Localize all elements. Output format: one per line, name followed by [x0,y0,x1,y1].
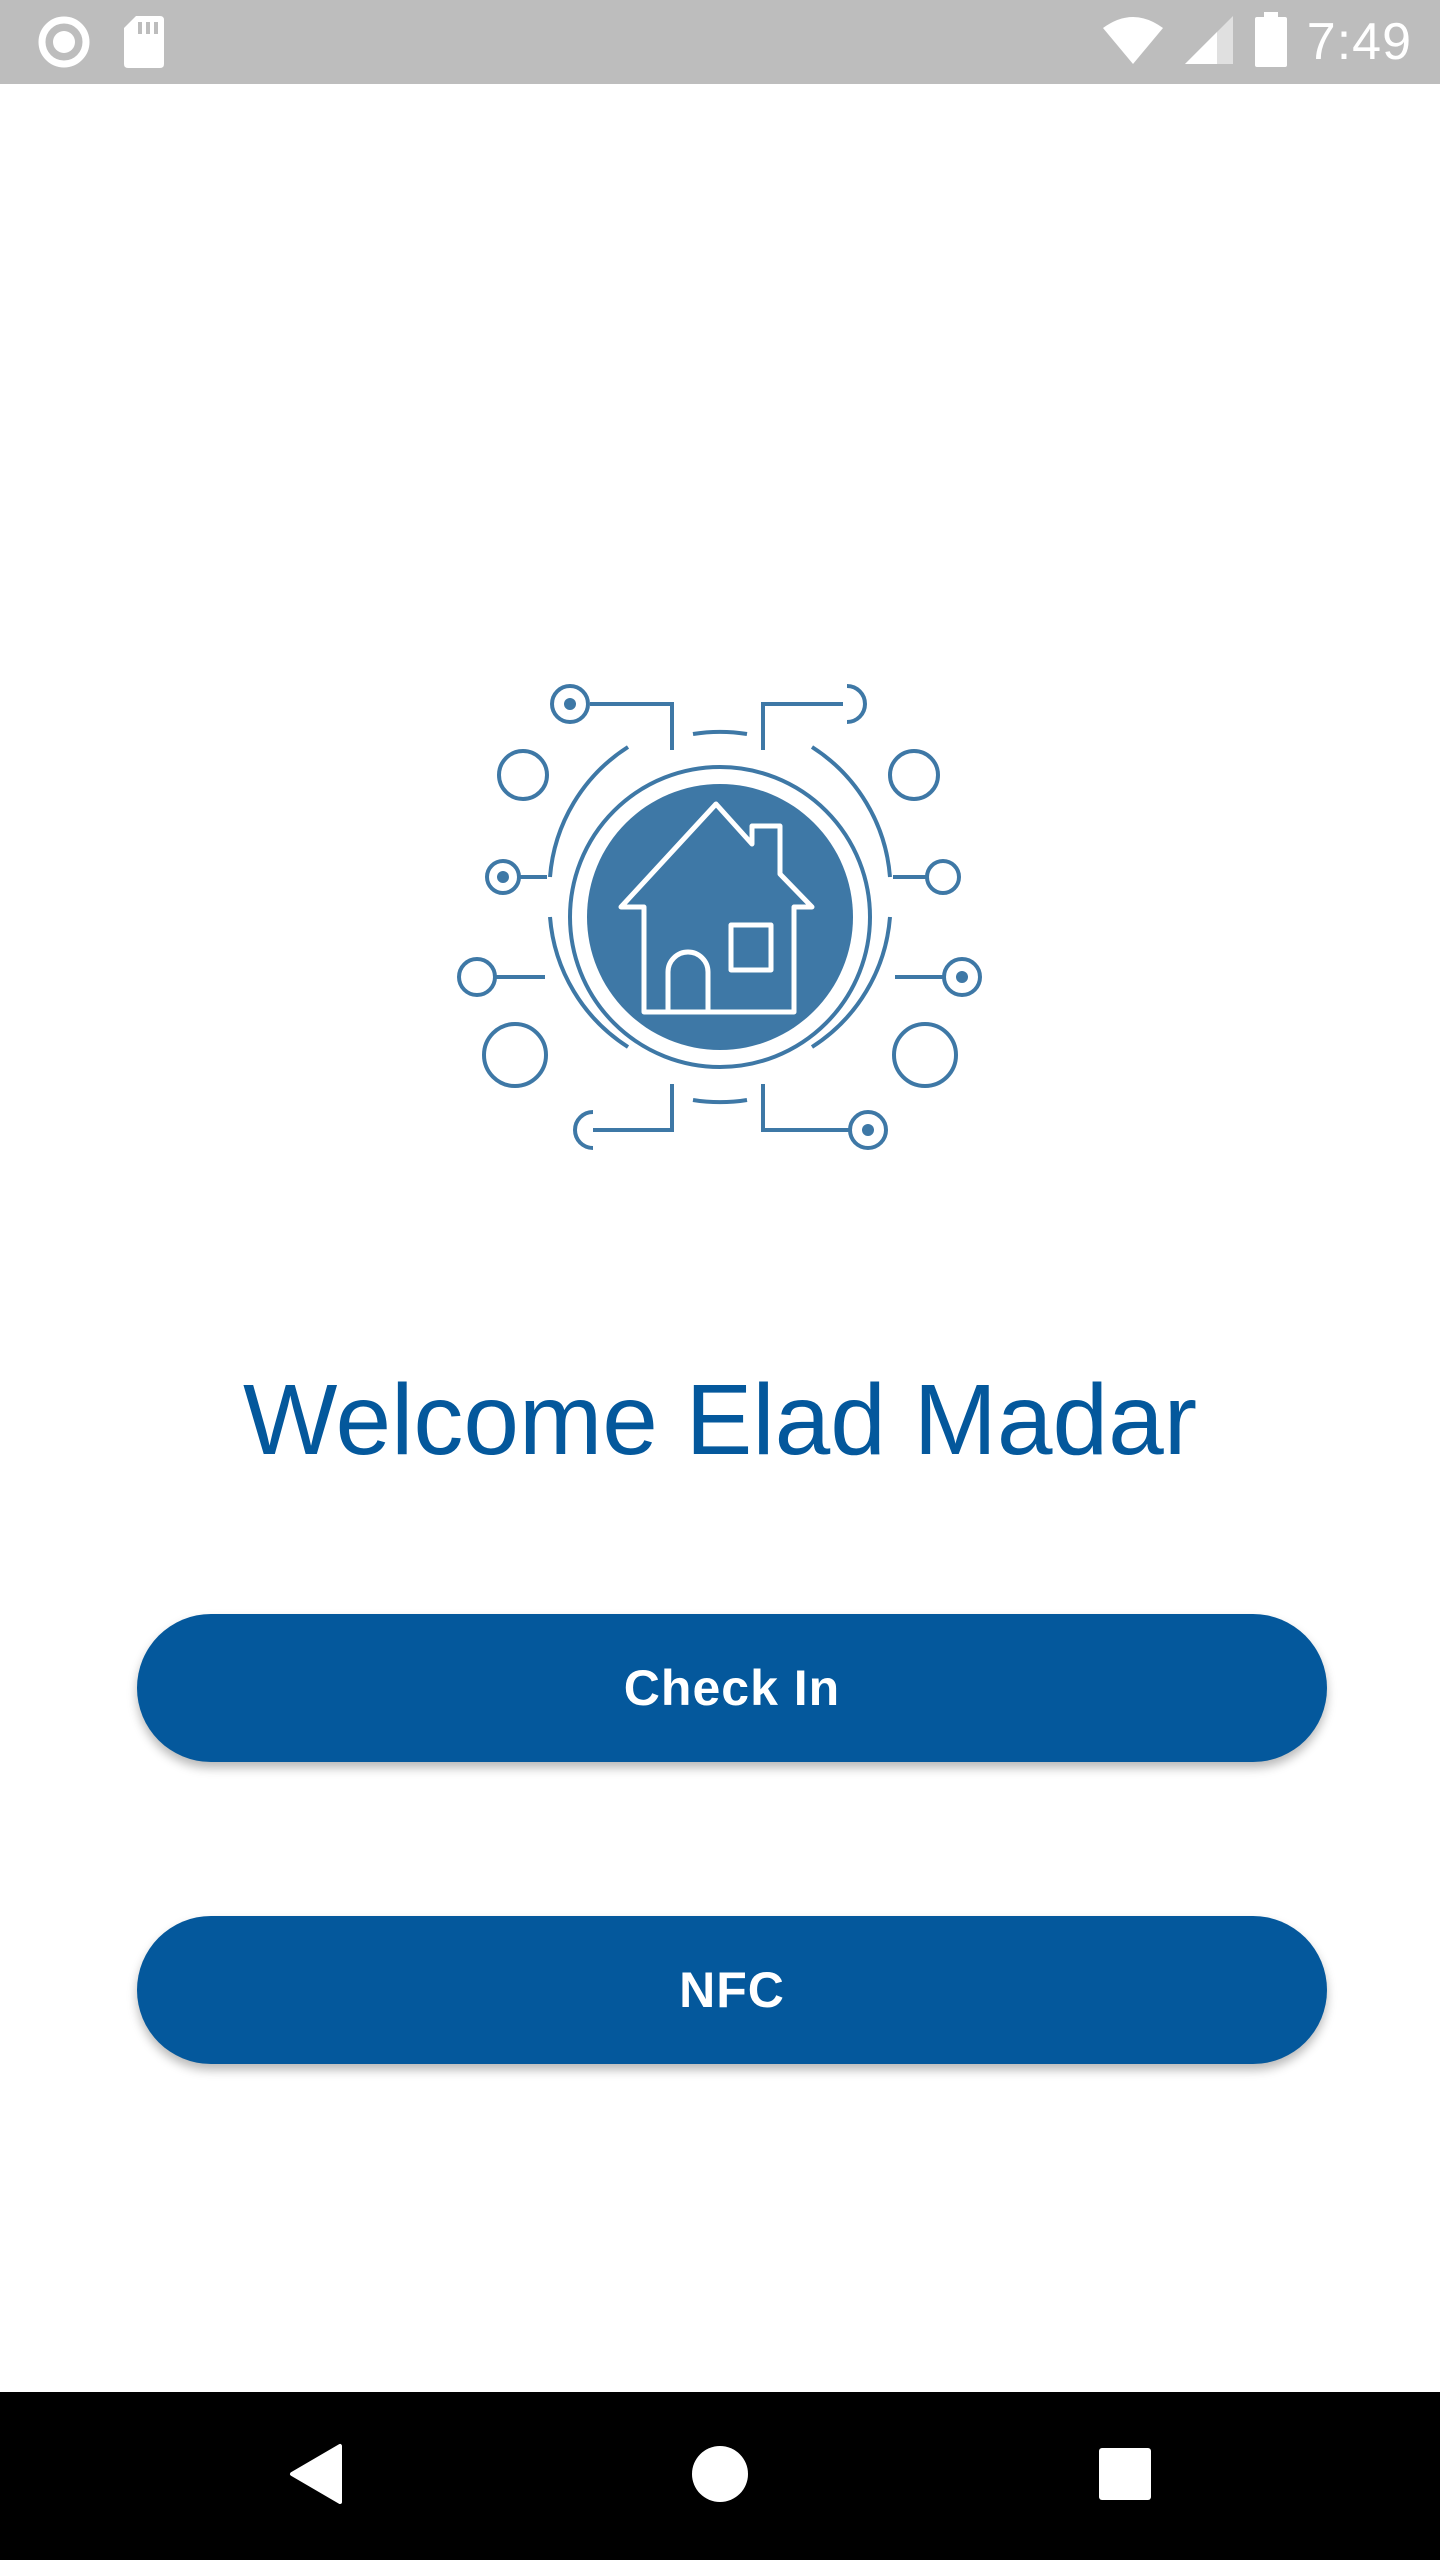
check-in-button[interactable]: Check In [137,1614,1327,1762]
status-bar: 7:49 [0,0,1440,84]
circle-record-icon [36,14,92,75]
recents-button[interactable] [1045,2392,1205,2560]
signal-icon [1183,14,1235,71]
navigation-bar [0,2392,1440,2560]
status-time: 7:49 [1306,13,1412,71]
app-screen: 7:49 Welcome Elad Madar Check In NFC [0,0,1440,2560]
battery-icon [1253,11,1289,74]
home-icon [691,2445,749,2508]
back-button[interactable] [236,2392,396,2560]
home-button[interactable] [640,2392,800,2560]
recents-icon [1098,2447,1152,2506]
smart-home-circuit-icon [455,672,985,1162]
nfc-button[interactable]: NFC [137,1916,1327,2064]
back-icon [288,2443,344,2510]
welcome-title: Welcome Elad Madar [242,1364,1198,1476]
sd-card-icon [122,14,166,75]
wifi-icon [1101,14,1165,71]
